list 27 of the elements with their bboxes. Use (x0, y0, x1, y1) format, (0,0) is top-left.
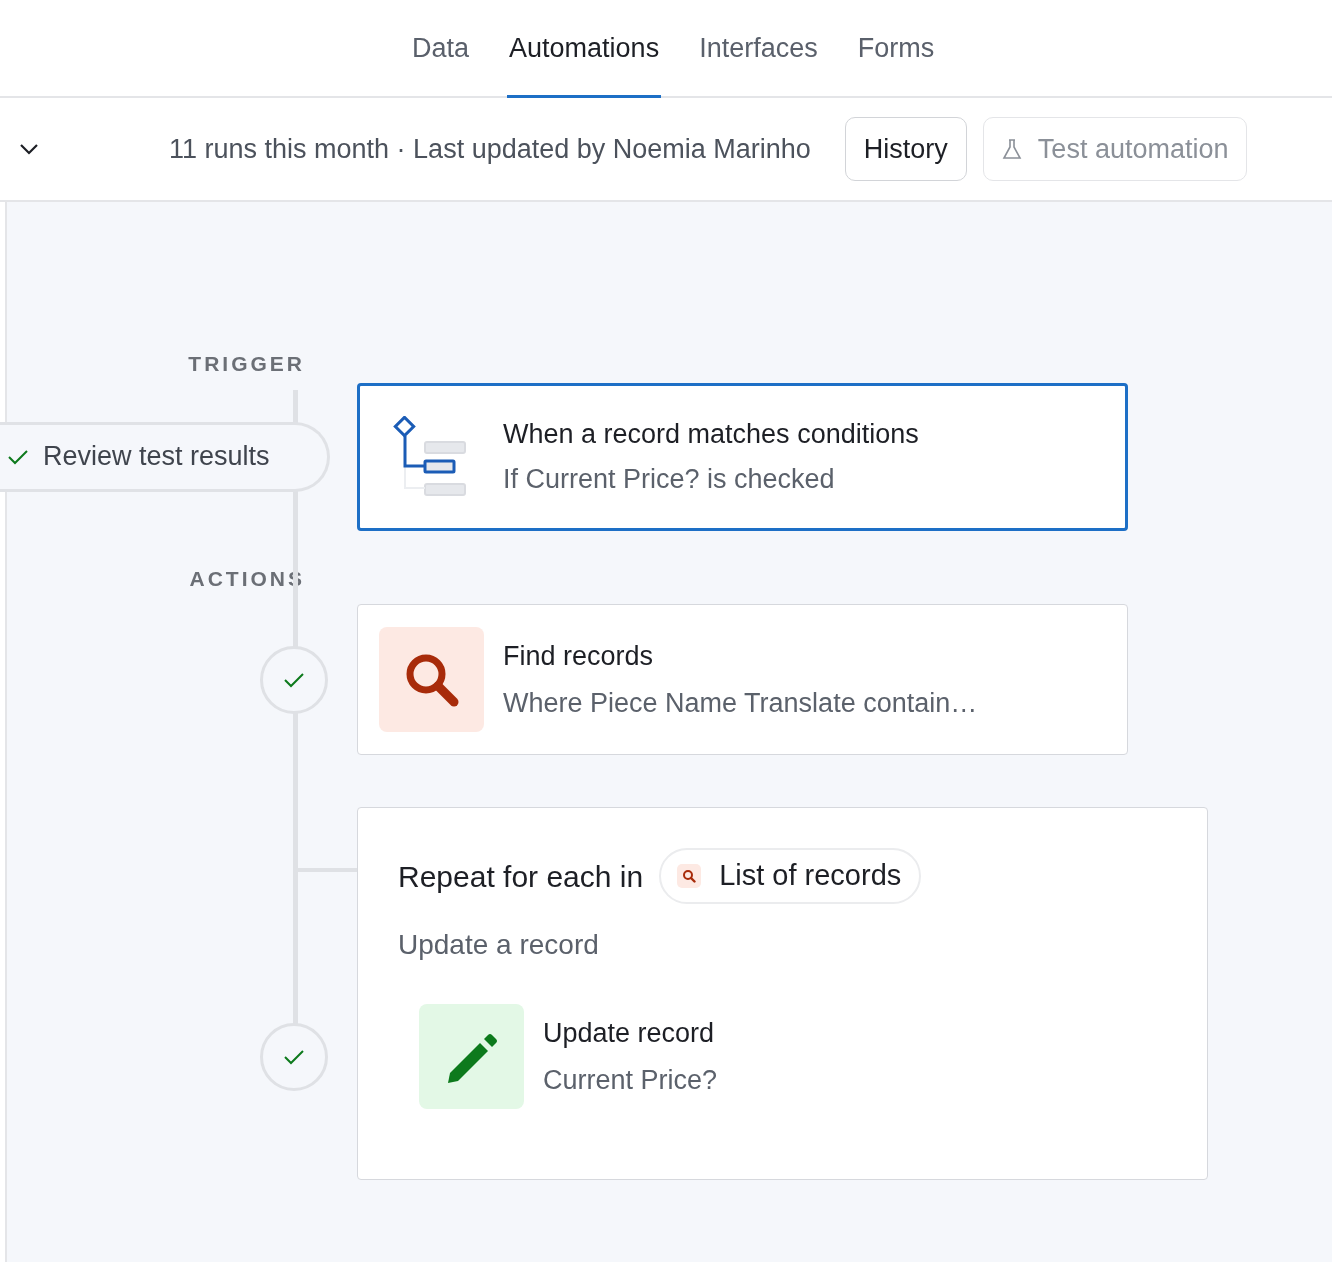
trigger-card[interactable]: When a record matches conditions If Current Price? is checked (357, 382, 1128, 531)
chevron-down-icon (19, 143, 39, 155)
history-button[interactable]: History (844, 117, 967, 181)
action-card[interactable]: Find records Where Piece Name Translate contain… (357, 604, 1128, 755)
condition-tree-icon (393, 415, 469, 498)
step-title: When a record matches conditions (503, 418, 919, 451)
flask-icon (1001, 138, 1022, 160)
pencil-icon (419, 1004, 524, 1109)
step-title: Find records (503, 640, 655, 673)
search-icon (379, 627, 484, 732)
repeat-description: Update a record (398, 928, 599, 962)
step-description: If Current Price? is checked (503, 462, 836, 496)
repeat-title: Repeat for each in (398, 858, 644, 895)
check-icon (283, 1049, 305, 1065)
section-label: TRIGGER (187, 351, 305, 377)
nav-tab[interactable]: Data (410, 2, 472, 98)
search-icon (677, 864, 702, 888)
step-description: Where Piece Name Translate contain… (503, 686, 978, 720)
step-title: Update record (543, 1017, 716, 1050)
review-test-results-button[interactable]: Review test results (0, 421, 330, 492)
list-source-chip[interactable]: List of records (659, 848, 922, 904)
step-description: Current Price? (543, 1063, 718, 1097)
nav-tab[interactable]: Forms (855, 2, 937, 98)
check-icon (283, 671, 305, 688)
nav-tab[interactable]: Interfaces (697, 2, 820, 98)
run-summary: 11 runs this month · Last updated by Noemia Marinho (169, 132, 811, 166)
nav-tab[interactable]: Automations (507, 2, 662, 98)
